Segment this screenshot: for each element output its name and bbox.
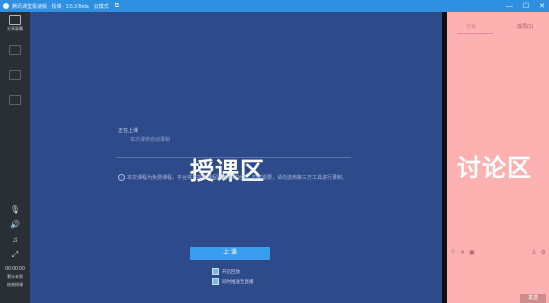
option-push[interactable]: 同时推送至直播 bbox=[212, 278, 254, 285]
image-icon[interactable]: ▣ bbox=[469, 249, 475, 256]
option-replay[interactable]: 开启回放 bbox=[212, 268, 240, 275]
emoji-icon[interactable]: ☺ bbox=[450, 249, 456, 256]
video-icon bbox=[9, 70, 21, 80]
discussion-panel: 讨论 成员(1) 讨论区 ☺ ✕ ▣ ♙ ⚙ 发送 bbox=[447, 12, 549, 303]
app-logo-icon bbox=[3, 3, 9, 9]
active-tab-indicator bbox=[457, 33, 493, 34]
popout-icon[interactable]: ⧉ bbox=[115, 3, 119, 10]
left-sidebar: 分享屏幕 🎙 🔊 ♫ ⤢ 00:00:00 累计未到 结束授课 bbox=[0, 12, 30, 303]
minimize-button[interactable]: — bbox=[506, 3, 513, 10]
speaker-icon[interactable]: 🔊 bbox=[0, 220, 30, 229]
start-class-button[interactable]: 上 课 bbox=[190, 247, 270, 260]
share-screen-button[interactable]: 分享屏幕 bbox=[0, 15, 30, 32]
info-icon: i bbox=[118, 174, 125, 181]
timer-note: 累计未到 bbox=[7, 274, 23, 279]
notice-body: 本次课程为免费课程，平台将不提供课程回放录制功能，如有需要，请勿选用第三方工具进… bbox=[127, 175, 348, 181]
ppt-icon bbox=[9, 45, 21, 55]
notice-text: i 本次课程为免费课程，平台将不提供课程回放录制功能，如有需要，请勿选用第三方工具… bbox=[118, 174, 352, 182]
panel-tabs: 讨论 成员(1) bbox=[447, 12, 549, 36]
expand-icon[interactable]: ⤢ bbox=[0, 250, 30, 260]
member-icon[interactable]: ♙ bbox=[531, 249, 536, 256]
close-button[interactable]: ✕ bbox=[539, 2, 545, 10]
tab-members[interactable]: 成员(1) bbox=[517, 23, 533, 30]
window-title: 腾讯课堂极速版 · 授课 · 3.5.3 Beta bbox=[12, 3, 89, 10]
class-timer: 00:00:00 bbox=[5, 266, 25, 272]
chat-toolbar: ☺ ✕ ▣ ♙ ⚙ bbox=[450, 249, 546, 256]
maximize-button[interactable]: ☐ bbox=[523, 2, 529, 10]
checkbox-icon[interactable] bbox=[212, 278, 219, 285]
ppt-button[interactable] bbox=[0, 45, 30, 56]
share-screen-icon bbox=[9, 15, 21, 25]
option-replay-label: 开启回放 bbox=[222, 268, 240, 274]
mode-label[interactable]: 云模式 bbox=[94, 3, 109, 10]
music-icon[interactable]: ♫ bbox=[0, 235, 30, 244]
video-button[interactable] bbox=[0, 70, 30, 81]
send-button[interactable]: 发送 bbox=[520, 294, 546, 303]
option-push-label: 同时推送至直播 bbox=[222, 278, 254, 284]
settings-icon[interactable]: ⚙ bbox=[541, 249, 546, 256]
camera-icon bbox=[9, 95, 21, 105]
checkbox-icon[interactable] bbox=[212, 268, 219, 275]
tab-discussion[interactable]: 讨论 bbox=[466, 23, 476, 30]
share-screen-label: 分享屏幕 bbox=[7, 26, 23, 31]
clear-icon[interactable]: ✕ bbox=[460, 249, 465, 256]
teaching-area: 正在上课 本次课将自动录制 授课区 i 本次课程为免费课程，平台将不提供课程回放录… bbox=[30, 12, 442, 303]
discussion-zone-label: 讨论区 bbox=[457, 154, 532, 182]
mic-icon[interactable]: 🎙 bbox=[0, 205, 30, 214]
stage-title: 正在上课 bbox=[118, 128, 139, 134]
title-bar: 腾讯课堂极速版 · 授课 · 3.5.3 Beta 云模式 ⧉ — ☐ ✕ bbox=[0, 0, 549, 12]
end-class-button[interactable]: 结束授课 bbox=[0, 282, 30, 288]
camera-button[interactable] bbox=[0, 95, 30, 106]
stage-subtitle: 本次课将自动录制 bbox=[130, 137, 171, 143]
